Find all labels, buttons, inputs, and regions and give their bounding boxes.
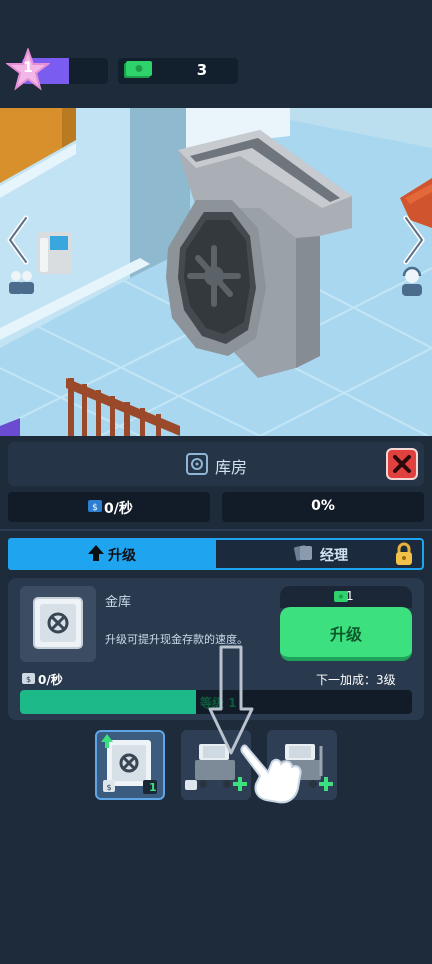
vault-room-illustration (0, 108, 432, 436)
cash-icon (124, 61, 152, 78)
manager-card-icon (294, 545, 312, 561)
upgrade-progress-fill (20, 690, 197, 714)
top-bar (0, 0, 432, 108)
staff-icon[interactable] (6, 268, 36, 296)
room-title: 库房 (214, 458, 247, 477)
upgrade-button-label: 升级 (329, 625, 362, 644)
dollar-bill-icon: $ (22, 673, 35, 684)
dollar-bill-icon: $ (88, 500, 102, 512)
lock-icon (396, 542, 412, 565)
svg-text:$: $ (92, 503, 98, 512)
svg-text:$: $ (26, 675, 31, 684)
svg-text:$: $ (106, 783, 111, 792)
scene-next-arrow-icon[interactable] (400, 214, 428, 266)
room-percent: 0% (311, 498, 335, 514)
safe-icon (33, 597, 83, 649)
close-button[interactable] (386, 448, 418, 480)
scene-prev-arrow-icon[interactable] (4, 214, 32, 266)
tab-manager-label: 经理 (320, 548, 348, 564)
cash-value: 3 (196, 61, 208, 79)
upgrade-cost: 1 (346, 589, 354, 603)
income-rate: 0/秒 (104, 501, 133, 517)
divider (0, 529, 432, 531)
upgrade-item-name: 金库 (105, 595, 132, 610)
manager-headset-icon[interactable] (398, 266, 426, 298)
next-bonus-text: 下一加成：3级 (316, 673, 396, 687)
game-scene[interactable] (0, 108, 432, 436)
item-vault-count: 1 (149, 781, 157, 794)
vault-thumbnail (20, 586, 96, 662)
close-icon (393, 455, 411, 473)
item-rate: 0/秒 (38, 673, 63, 687)
level-number: 1 (23, 60, 33, 76)
tutorial-hand-icon (240, 744, 302, 804)
tab-manager[interactable] (216, 540, 422, 568)
up-arrow-icon (88, 545, 104, 561)
tab-upgrade-label: 升级 (108, 548, 136, 564)
